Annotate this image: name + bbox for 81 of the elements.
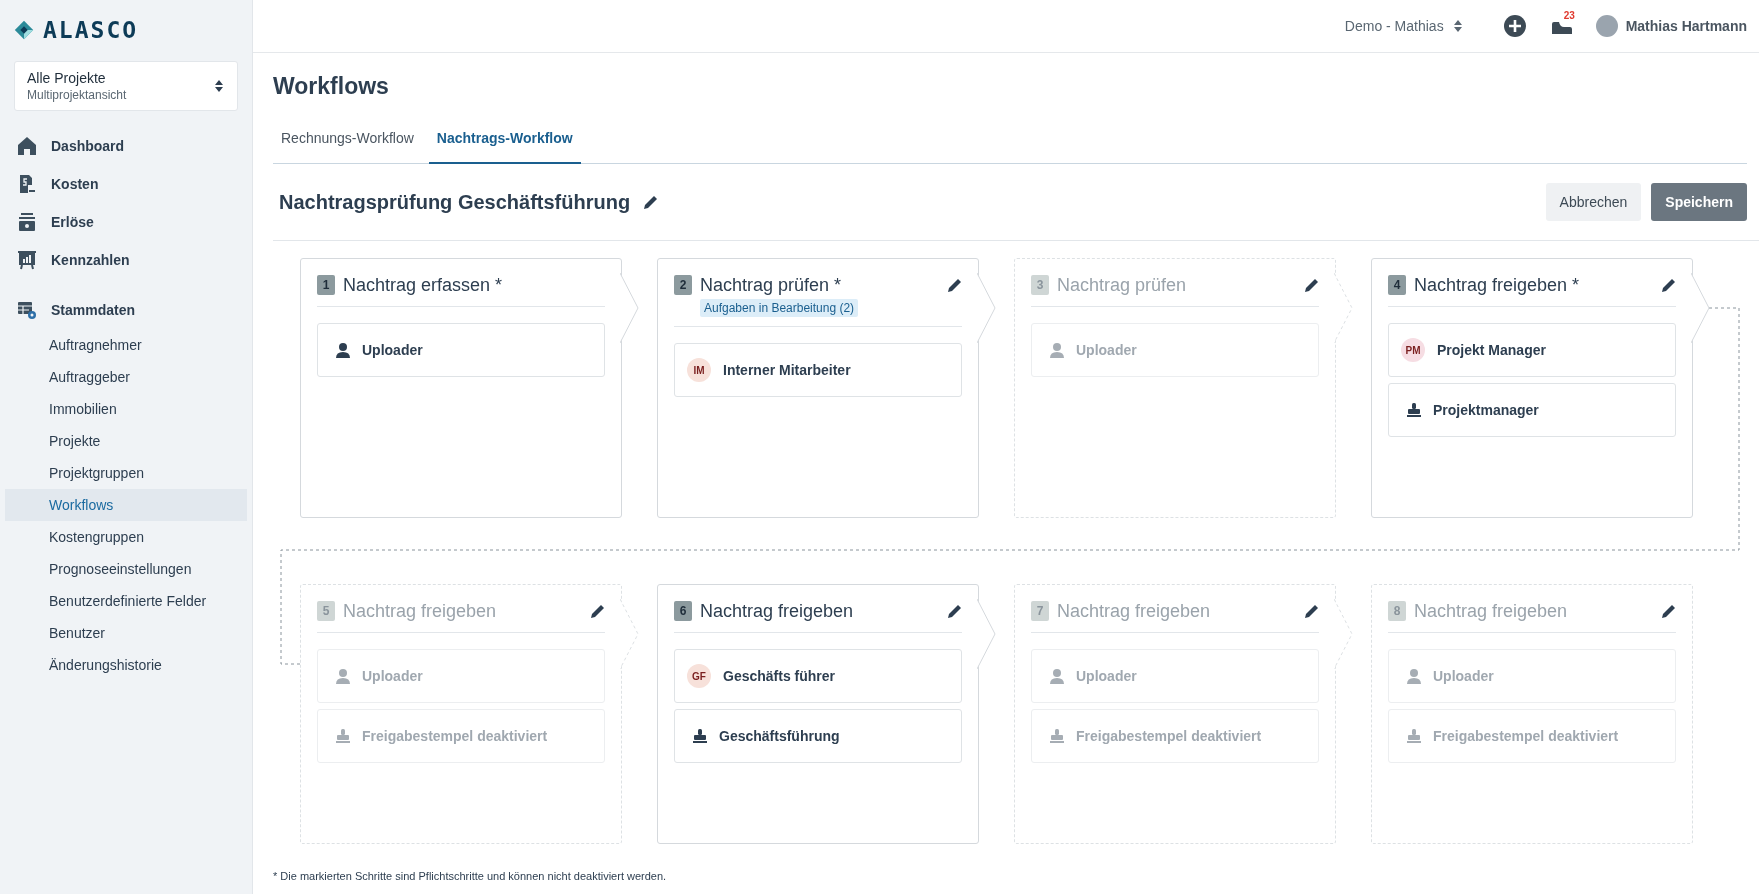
- edit-icon[interactable]: [1662, 604, 1676, 618]
- step-title: Nachtrag freigeben: [700, 600, 854, 623]
- nav-subitem[interactable]: Prognoseeinstellungen: [5, 553, 247, 585]
- nav-subitem[interactable]: Benutzerdefinierte Felder: [5, 585, 247, 617]
- add-icon[interactable]: [1503, 15, 1526, 37]
- step-title: Nachtrag freigeben: [1057, 600, 1211, 623]
- assignee-item[interactable]: Projektmanager: [1388, 383, 1676, 437]
- initials-avatar: PM: [1401, 338, 1425, 362]
- step-title: Nachtrag erfassen *: [343, 274, 503, 297]
- nav-subitem[interactable]: Projektgruppen: [5, 457, 247, 489]
- logo-text: ALASCO: [43, 17, 139, 43]
- tab[interactable]: Nachtrags-Workflow: [428, 120, 581, 164]
- cancel-button[interactable]: Abbrechen: [1545, 183, 1642, 221]
- footnote: * Die markierten Schritte sind Pflichtschritte und können nicht deaktiviert werden.: [273, 870, 668, 882]
- nav-item[interactable]: Erlöse: [5, 203, 247, 241]
- home-icon: [17, 136, 37, 156]
- tab[interactable]: Rechnungs-Workflow: [273, 120, 422, 164]
- nav-subitem[interactable]: Änderungshistorie: [5, 649, 247, 681]
- step-title: Nachtrag freigeben: [343, 600, 497, 623]
- edit-icon[interactable]: [591, 604, 605, 618]
- assignee-item[interactable]: PM Projekt Manager: [1388, 323, 1676, 377]
- document-icon: [17, 174, 37, 194]
- nav-subitem[interactable]: Immobilien: [5, 393, 247, 425]
- nav-subitem[interactable]: Benutzer: [5, 617, 247, 649]
- step-number: 8: [1388, 601, 1406, 621]
- stamp-icon: [1407, 729, 1421, 743]
- edit-icon[interactable]: [948, 278, 962, 292]
- sort-icon: [215, 80, 223, 92]
- notification-count: 23: [1563, 10, 1575, 21]
- sort-icon: [1453, 20, 1462, 32]
- project-selector[interactable]: Alle Projekte Multiprojektansicht: [14, 61, 238, 111]
- nav-subitem[interactable]: Workflows: [5, 489, 247, 521]
- user-icon: [1050, 668, 1064, 684]
- logo-icon: [13, 19, 35, 41]
- edit-icon[interactable]: [1305, 604, 1319, 618]
- settings-table-icon: [17, 300, 37, 320]
- save-button[interactable]: Speichern: [1651, 183, 1747, 221]
- status-badge: Aufgaben in Bearbeitung (2): [700, 299, 859, 317]
- stamp-icon: [336, 729, 350, 743]
- edit-icon[interactable]: [644, 195, 659, 209]
- step-number: 4: [1388, 275, 1406, 295]
- step-title: Nachtrag prüfen: [1057, 274, 1187, 297]
- initials-avatar: GF: [687, 664, 711, 688]
- edit-icon[interactable]: [948, 604, 962, 618]
- user-icon: [336, 342, 350, 358]
- chart-board-icon: [17, 250, 37, 270]
- assignee-item[interactable]: Geschäftsführung: [674, 709, 962, 763]
- nav-item[interactable]: Kosten: [5, 165, 247, 203]
- step-number: 1: [317, 275, 335, 295]
- step-number: 3: [1031, 275, 1049, 295]
- assignee-item[interactable]: IM Interner Mitarbeiter: [674, 343, 962, 397]
- stamp-icon: [1050, 729, 1064, 743]
- cash-box-icon: [17, 212, 37, 232]
- stamp-icon: [693, 729, 707, 743]
- edit-icon[interactable]: [1305, 278, 1319, 292]
- account-switcher[interactable]: Demo - Mathias: [1338, 17, 1468, 35]
- step-number: 5: [317, 601, 335, 621]
- step-number: 2: [674, 275, 692, 295]
- workflow-name: Nachtragsprüfung Geschäftsführung: [279, 190, 631, 214]
- initials-avatar: IM: [687, 358, 711, 382]
- nav-item[interactable]: Dashboard: [5, 127, 247, 165]
- user-icon: [336, 668, 350, 684]
- nav-subitem[interactable]: Auftraggeber: [5, 361, 247, 393]
- step-number: 7: [1031, 601, 1049, 621]
- step-title: Nachtrag freigeben: [1414, 600, 1568, 623]
- assignee-item[interactable]: Uploader: [317, 323, 605, 377]
- edit-icon[interactable]: [1662, 278, 1676, 292]
- stamp-icon: [1407, 403, 1421, 417]
- nav-item[interactable]: Stammdaten: [5, 291, 247, 329]
- user-icon: [1050, 342, 1064, 358]
- step-title: Nachtrag prüfen *: [700, 274, 842, 297]
- nav-subitem[interactable]: Projekte: [5, 425, 247, 457]
- nav-subitem[interactable]: Kostengruppen: [5, 521, 247, 553]
- step-number: 6: [674, 601, 692, 621]
- user-icon: [1407, 668, 1421, 684]
- step-title: Nachtrag freigeben *: [1414, 274, 1580, 297]
- assignee-item[interactable]: GF Geschäfts führer: [674, 649, 962, 703]
- page-title: Workflows: [273, 73, 390, 101]
- nav-subitem[interactable]: Auftragnehmer: [5, 329, 247, 361]
- user-name[interactable]: Mathias Hartmann: [1625, 18, 1747, 34]
- nav-item[interactable]: Kennzahlen: [5, 241, 247, 279]
